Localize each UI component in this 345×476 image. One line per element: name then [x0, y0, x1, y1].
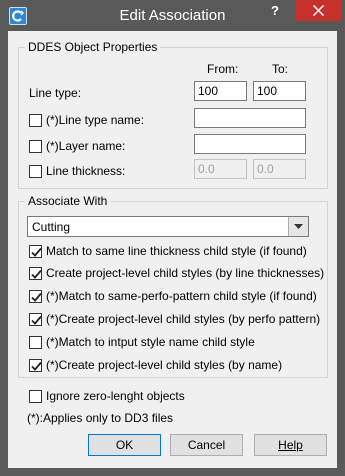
line-thickness-to-input[interactable]: 0.0	[253, 159, 306, 179]
footnote-text: (*):Applies only to DD3 files	[27, 411, 174, 425]
help-title-button[interactable]: ?	[255, 0, 295, 21]
line-type-to-input[interactable]: 100	[253, 81, 306, 101]
associate-option-3[interactable]: (*)Create project-level child styles (by…	[29, 312, 320, 326]
associate-option-5[interactable]: (*)Create project-level child styles (by…	[29, 358, 282, 372]
chevron-down-icon	[294, 224, 303, 229]
line-thickness-from-input[interactable]: 0.0	[194, 159, 247, 179]
checkbox-box[interactable]	[29, 244, 42, 258]
close-icon	[313, 5, 324, 16]
line-type-name-label: (*)Line type name:	[46, 113, 145, 127]
layer-name-checkbox[interactable]: (*)Layer name:	[29, 139, 125, 153]
checkmark-icon	[31, 315, 42, 325]
associate-option-label: Create project-level child styles (by li…	[46, 266, 325, 280]
checkmark-icon	[31, 247, 42, 257]
associate-option-label: Match to same line thickness child style…	[46, 244, 307, 258]
checkbox-box[interactable]	[29, 139, 42, 153]
cancel-button[interactable]: Cancel	[170, 434, 243, 456]
checkbox-box[interactable]	[29, 289, 42, 303]
ddes-group-label: DDES Object Properties	[25, 40, 161, 54]
checkbox-box[interactable]	[29, 164, 42, 178]
checkbox-box[interactable]	[29, 266, 42, 280]
dialog-client-area: DDES Object Properties From: To: Line ty…	[8, 31, 337, 468]
layer-name-input[interactable]	[194, 134, 306, 154]
ok-button[interactable]: OK	[88, 434, 161, 456]
associate-option-label: (*)Create project-level child styles (by…	[46, 358, 283, 372]
associate-dropdown-value: Cutting	[32, 220, 71, 234]
title-bar[interactable]: Edit Association ?	[0, 0, 345, 31]
associate-option-4[interactable]: (*)Match to intput style name child styl…	[29, 335, 255, 349]
ignore-zero-checkbox[interactable]: Ignore zero-lenght objects	[29, 389, 185, 403]
associate-option-label: (*)Create project-level child styles (by…	[46, 312, 321, 326]
line-type-from-input[interactable]: 100	[194, 81, 247, 101]
line-thickness-label: Line thickness:	[46, 164, 126, 178]
checkmark-icon	[31, 269, 42, 279]
associate-dropdown[interactable]: Cutting	[27, 216, 309, 237]
ignore-zero-label: Ignore zero-lenght objects	[46, 389, 185, 403]
line-type-name-checkbox[interactable]: (*)Line type name:	[29, 113, 144, 127]
layer-name-label: (*)Layer name:	[46, 139, 126, 153]
associate-option-label: (*)Match to intput style name child styl…	[46, 335, 255, 349]
associate-option-0[interactable]: Match to same line thickness child style…	[29, 244, 307, 258]
help-button[interactable]: Help	[254, 434, 327, 456]
line-thickness-checkbox[interactable]: Line thickness:	[29, 164, 125, 178]
associate-option-2[interactable]: (*)Match to same-perfo-pattern child sty…	[29, 289, 317, 303]
to-label: To:	[272, 62, 289, 76]
associate-option-1[interactable]: Create project-level child styles (by li…	[29, 266, 324, 280]
associate-group-label: Associate With	[25, 194, 111, 208]
close-button[interactable]	[296, 0, 342, 21]
checkbox-box[interactable]	[29, 358, 42, 372]
from-label: From:	[207, 62, 239, 76]
associate-option-label: (*)Match to same-perfo-pattern child sty…	[46, 289, 317, 303]
checkbox-box[interactable]	[29, 389, 42, 403]
dialog-window: Edit Association ? DDES Object Propertie…	[0, 0, 345, 476]
checkmark-icon	[31, 361, 42, 371]
checkmark-icon	[31, 292, 42, 302]
checkbox-box[interactable]	[29, 335, 42, 349]
line-type-label: Line type:	[29, 86, 82, 100]
checkbox-box[interactable]	[29, 113, 42, 127]
help-button-label: Help	[278, 438, 303, 452]
checkbox-box[interactable]	[29, 312, 42, 326]
dropdown-arrow-button[interactable]	[288, 217, 308, 236]
line-type-name-input[interactable]	[194, 108, 306, 128]
